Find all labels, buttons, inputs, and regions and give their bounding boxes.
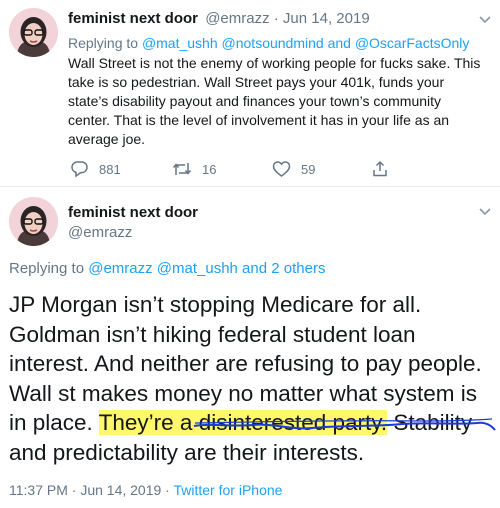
highlighted-text: They’re a disinterested party. xyxy=(98,410,388,435)
tweet-parent[interactable]: feminist next door @emrazz · Jun 14, 201… xyxy=(0,0,500,187)
replying-prefix: Replying to xyxy=(68,35,139,51)
tweet-source[interactable]: Twitter for iPhone xyxy=(173,482,282,498)
reply-icon xyxy=(71,161,88,178)
chevron-down-icon[interactable] xyxy=(478,206,492,216)
avatar[interactable] xyxy=(9,197,58,246)
replying-prefix: Replying to xyxy=(9,260,85,277)
time-date[interactable]: 11:37 PM · Jun 14, 2019 · xyxy=(9,482,173,498)
retweet-count: 16 xyxy=(202,161,217,177)
like-count: 59 xyxy=(301,161,316,177)
replying-to: Replying to @emrazz @mat_ushh and 2 othe… xyxy=(9,260,325,277)
replying-to-links[interactable]: @mat_ushh @notsoundmind and @OscarFactsO… xyxy=(142,35,469,51)
chevron-down-icon[interactable] xyxy=(478,14,492,24)
retweet-button[interactable]: 16 xyxy=(172,160,216,178)
tweet-text: Wall Street is not the enemy of working … xyxy=(68,55,481,147)
avatar-image xyxy=(9,197,58,246)
handle[interactable]: @emrazz xyxy=(68,224,132,241)
avatar[interactable] xyxy=(9,8,58,57)
reply-button[interactable]: 881 xyxy=(70,160,121,178)
handle-date[interactable]: @emrazz · Jun 14, 2019 xyxy=(205,10,369,27)
avatar-image xyxy=(9,8,58,57)
share-button[interactable] xyxy=(371,160,389,178)
replying-to: Replying to @mat_ushh @notsoundmind and … xyxy=(68,35,469,51)
display-name[interactable]: feminist next door xyxy=(68,10,198,27)
display-name[interactable]: feminist next door xyxy=(68,204,198,221)
tweet-timestamp: 11:37 PM · Jun 14, 2019 · Twitter for iP… xyxy=(9,482,282,498)
share-icon xyxy=(373,160,387,177)
heart-icon xyxy=(272,161,291,177)
reply-count: 881 xyxy=(99,161,121,177)
tweet-text: JP Morgan isn’t stopping Medicare for al… xyxy=(9,290,495,467)
tweet-header: feminist next door @emrazz · Jun 14, 201… xyxy=(68,10,370,27)
like-button[interactable]: 59 xyxy=(272,160,315,178)
replying-to-links[interactable]: @emrazz @mat_ushh and 2 others xyxy=(88,260,325,277)
retweet-icon xyxy=(172,163,192,175)
tweet-actions: 881 16 59 xyxy=(68,160,468,180)
